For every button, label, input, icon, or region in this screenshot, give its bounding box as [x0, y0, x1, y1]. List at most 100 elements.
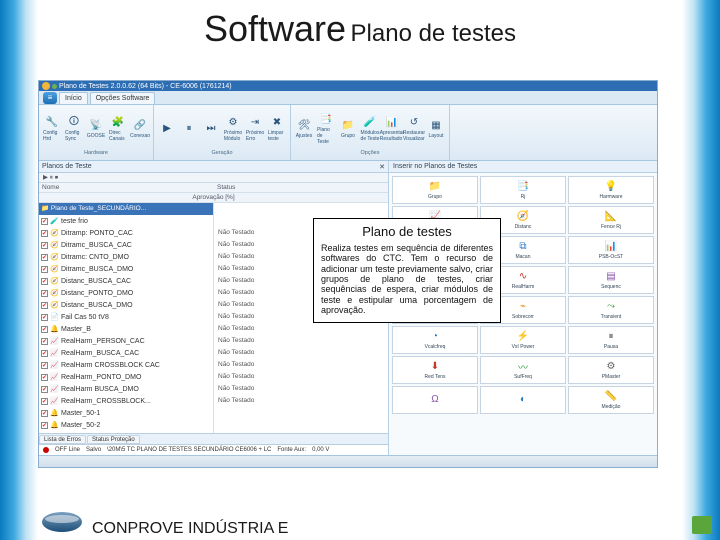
ribbon-show-res[interactable]: 📊Apresentar Resultado	[382, 110, 402, 148]
ribbon-modules[interactable]: 🧪Módulos de Teste	[360, 110, 380, 148]
tree-item[interactable]: ✔🔔Master_B	[39, 323, 213, 335]
ajustes-label: Ajustes	[296, 133, 312, 139]
palette-transient[interactable]: ⤳Transient	[568, 296, 654, 324]
palette-label: RealHarm	[512, 284, 535, 290]
tree-item[interactable]: ✔🔔Master_50-1	[39, 407, 213, 419]
app-orb-icon[interactable]	[42, 82, 50, 90]
grupo-label: Grupo	[341, 133, 355, 139]
ribbon-plans[interactable]: 📑Plano de Teste	[316, 110, 336, 148]
tree-checkbox[interactable]: ✔	[41, 410, 48, 417]
ribbon-group-hardware: 🔧Config Hrd🛈Config Sync📡GOOSE🧩Direc Cana…	[39, 105, 154, 160]
config-sync-label: Config Sync	[65, 130, 83, 142]
tree-checkbox[interactable]: ✔	[41, 290, 48, 297]
tab-opcoes-software[interactable]: Opções Software	[90, 92, 156, 104]
tree-checkbox[interactable]: ✔	[41, 398, 48, 405]
tree-checkbox[interactable]: ✔	[41, 326, 48, 333]
tree-item[interactable]: ✔🧭Ditramc_BUSCA_DMO	[39, 263, 213, 275]
tree-item[interactable]: ✔🧭Ditramc: CNTO_DMO	[39, 251, 213, 263]
ribbon-next-err[interactable]: ⇥Próximo Erro	[245, 110, 265, 148]
tree-checkbox[interactable]: ✔	[41, 230, 48, 237]
palette-pausa[interactable]: ⏸Pausa	[568, 326, 654, 354]
tree-item[interactable]: ✔🧪teste frio	[39, 215, 213, 227]
palette-grupo[interactable]: 📁Grupo	[392, 176, 478, 204]
palette-pmaster[interactable]: ⚙PMaster	[568, 356, 654, 384]
tree-item[interactable]: ✔🧭Ditramp: PONTO_CAC	[39, 227, 213, 239]
tree-item[interactable]: ✔📈RealHarm_CROSSBLOCK...	[39, 395, 213, 407]
tab-inicio[interactable]: Início	[59, 92, 88, 104]
play-icon: ▶	[160, 122, 174, 136]
palette-sequenc[interactable]: ▤Sequenc	[568, 266, 654, 294]
tree-checkbox[interactable]: ✔	[41, 254, 48, 261]
tree-item[interactable]: ✔🧭Distanc_BUSCA_DMO	[39, 299, 213, 311]
tree-item[interactable]: ✔📈RealHarm BUSCA_DMO	[39, 383, 213, 395]
palette-icon: ▤	[605, 270, 618, 283]
tree-item[interactable]: ✔🧭Distanc_PONTO_DMO	[39, 287, 213, 299]
ribbon-settings[interactable]: ⚙Próximo Módulo	[223, 110, 243, 148]
tree-item[interactable]: ✔📈RealHarm CROSSBLOCK CAC	[39, 359, 213, 371]
palette-vxi power[interactable]: ⚡VxI Power	[480, 326, 566, 354]
tree-item[interactable]: ✔🧭Ditramc_BUSCA_CAC	[39, 239, 213, 251]
palette-item[interactable]: Ω	[392, 386, 478, 414]
palette-fence rj[interactable]: 📐Fence Rj	[568, 206, 654, 234]
tree-checkbox[interactable]: ✔	[41, 374, 48, 381]
tree-checkbox[interactable]: ✔	[41, 266, 48, 273]
lower-tabs: Lista de Erros Status Proteção	[39, 433, 388, 444]
palette-icon: ∿	[517, 270, 530, 283]
palette-harmware[interactable]: 💡Harmware	[568, 176, 654, 204]
palette-icon: ⏸	[605, 330, 618, 343]
ribbon-group-geração: ▶ ⏸⏭⚙Próximo Módulo⇥Próximo Erro✖Limpar t…	[154, 105, 291, 160]
tree-checkbox[interactable]: ✔	[41, 422, 48, 429]
ribbon-next[interactable]: ⏭	[201, 110, 221, 148]
canais-label: Direc Canais	[109, 130, 127, 142]
palette-icon: ⚙	[605, 360, 618, 373]
ribbon-pause[interactable]: ⏸	[179, 110, 199, 148]
tree-item-icon: 📈	[50, 361, 59, 370]
callout-heading: Plano de testes	[321, 224, 493, 239]
palette-rj[interactable]: 📑Rj	[480, 176, 566, 204]
tree-item[interactable]: ✔📈RealHarm_PERSON_CAC	[39, 335, 213, 347]
tree-item[interactable]: ✔📈RealHarm_PONTO_DMO	[39, 371, 213, 383]
ribbon-clear[interactable]: ✖Limpar teste	[267, 110, 287, 148]
tree-item-icon: 🧭	[50, 265, 59, 274]
tree-checkbox[interactable]: ✔	[41, 302, 48, 309]
tree-checkbox[interactable]: ✔	[41, 278, 48, 285]
tree-checkbox[interactable]: ✔	[41, 338, 48, 345]
ribbon-layout[interactable]: ▦Layout	[426, 110, 446, 148]
ribbon-goose[interactable]: 📡GOOSE	[86, 110, 106, 148]
app-menu-button[interactable]: ≡	[43, 92, 57, 104]
palette-vcalcfreq[interactable]: ◔Vcalcfreq	[392, 326, 478, 354]
tree-checkbox[interactable]: ✔	[41, 362, 48, 369]
tree-checkbox[interactable]: ✔	[41, 218, 48, 225]
restore-icon: ↺	[407, 115, 421, 129]
ribbon-config-hrd[interactable]: 🔧Config Hrd	[42, 110, 62, 148]
tree-item[interactable]: ✔📄Fail Cas 50 tV8	[39, 311, 213, 323]
tree-checkbox[interactable]: ✔	[41, 314, 48, 321]
ribbon-config-sync[interactable]: 🛈Config Sync	[64, 110, 84, 148]
ribbon-conexao[interactable]: 🔗Conexao	[130, 110, 150, 148]
ribbon-grupo[interactable]: 📁Grupo	[338, 110, 358, 148]
tree-checkbox[interactable]: ✔	[41, 242, 48, 249]
ribbon-play[interactable]: ▶	[157, 110, 177, 148]
settings-icon: ⚙	[226, 115, 240, 129]
tree-item[interactable]: ✔🧭Distanc_BUSCA_CAC	[39, 275, 213, 287]
palette-item[interactable]: ◐	[480, 386, 566, 414]
palette-suffreq[interactable]: 〰SufFreq	[480, 356, 566, 384]
ribbon-canais[interactable]: 🧩Direc Canais	[108, 110, 128, 148]
ribbon-ajustes[interactable]: 🛠Ajustes	[294, 110, 314, 148]
palette-label: Vcalcfreq	[425, 344, 446, 350]
tab-status-protecao[interactable]: Status Proteção	[87, 435, 140, 444]
tree-root[interactable]: 📁 Plano de Teste_SECUNDÁRIO...	[39, 203, 213, 215]
company-logo	[42, 512, 82, 534]
palette-red tens[interactable]: ⬇Red Tens	[392, 356, 478, 384]
tree-item-status: Não Testado	[214, 371, 388, 383]
tree-checkbox[interactable]: ✔	[41, 386, 48, 393]
tree-checkbox[interactable]: ✔	[41, 350, 48, 357]
mini-toolbar[interactable]: ▶ ⏸ ⏹	[39, 173, 388, 183]
tree-item[interactable]: ✔📈RealHarm_BUSCA_CAC	[39, 347, 213, 359]
palette-psb-ocst[interactable]: 📊PSB-OcST	[568, 236, 654, 264]
palette-medição[interactable]: 📏Medição	[568, 386, 654, 414]
ribbon-restore[interactable]: ↺Restaurar Visualizar	[404, 110, 424, 148]
app-bottom-bar	[39, 455, 657, 467]
tree-item[interactable]: ✔🔔Master_50-2	[39, 419, 213, 431]
tab-lista-erros[interactable]: Lista de Erros	[39, 435, 86, 444]
